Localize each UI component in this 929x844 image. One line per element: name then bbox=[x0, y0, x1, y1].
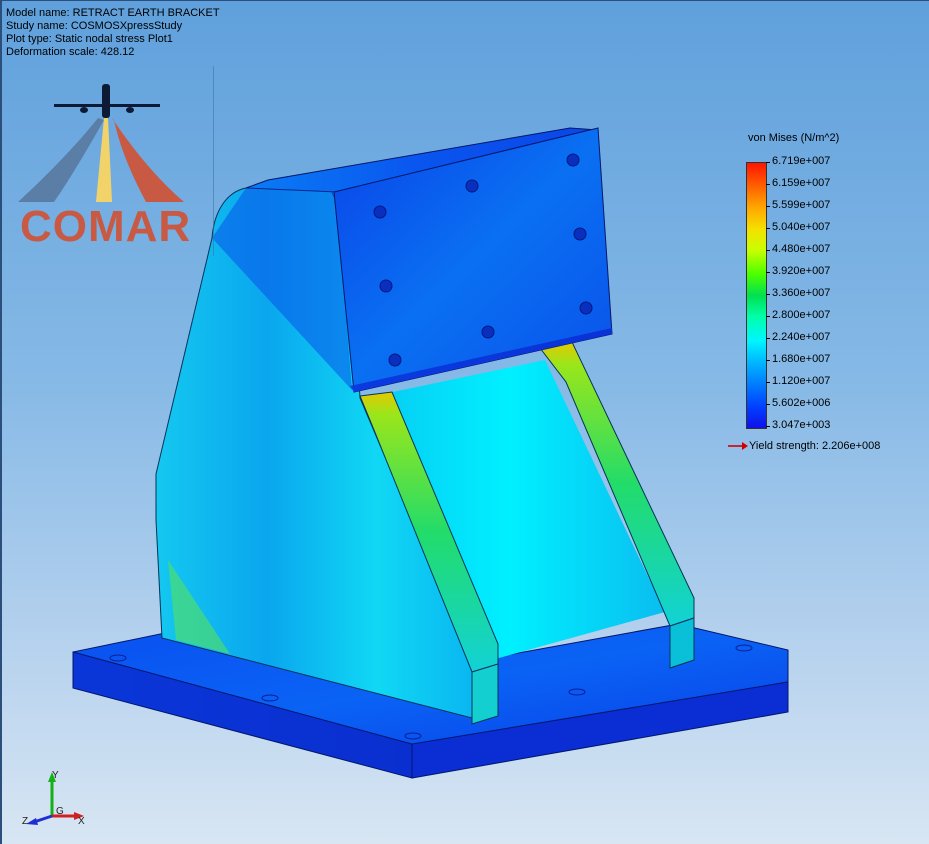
legend-tick bbox=[766, 162, 770, 163]
legend-value: 5.602e+006 bbox=[772, 397, 831, 409]
logo-text: COMAR bbox=[20, 202, 192, 251]
legend-tick bbox=[766, 184, 770, 185]
deformation-scale: Deformation scale: 428.12 bbox=[6, 46, 135, 58]
airplane-icon bbox=[18, 84, 184, 202]
legend-value: 6.159e+007 bbox=[772, 177, 831, 189]
legend-tick bbox=[766, 316, 770, 317]
color-scale-bar bbox=[746, 162, 767, 429]
legend-value: 5.040e+007 bbox=[772, 221, 831, 233]
viewport-left-border bbox=[0, 0, 2, 844]
red-arrow-icon bbox=[728, 442, 748, 451]
legend-tick bbox=[766, 382, 770, 383]
study-info: Model name: RETRACT EARTH BRACKET Study … bbox=[6, 7, 220, 59]
legend-tick bbox=[766, 294, 770, 295]
legend-value: 3.047e+003 bbox=[772, 419, 831, 431]
axis-y-label: Y bbox=[52, 770, 59, 781]
legend-tick bbox=[766, 228, 770, 229]
legend-value: 5.599e+007 bbox=[772, 199, 831, 211]
legend-title: von Mises (N/m^2) bbox=[748, 132, 840, 144]
legend-value: 1.120e+007 bbox=[772, 375, 831, 387]
graphics-viewport[interactable]: Model name: RETRACT EARTH BRACKET Study … bbox=[0, 0, 929, 844]
study-name: Study name: COSMOSXpressStudy bbox=[6, 20, 183, 32]
legend-value: 3.920e+007 bbox=[772, 265, 831, 277]
axis-origin-label: G bbox=[56, 806, 64, 817]
comar-logo: COMAR bbox=[14, 78, 214, 258]
legend-value: 2.240e+007 bbox=[772, 331, 831, 343]
yield-strength: Yield strength: 2.206e+008 bbox=[728, 440, 880, 452]
legend-value: 1.680e+007 bbox=[772, 353, 831, 365]
axis-z-label: Z bbox=[22, 816, 29, 827]
legend-value: 6.719e+007 bbox=[772, 155, 831, 167]
legend-value: 3.360e+007 bbox=[772, 287, 831, 299]
legend-tick bbox=[766, 206, 770, 207]
stress-legend[interactable]: von Mises (N/m^2) 6.719e+007 6.159e+007 5.… bbox=[726, 130, 916, 460]
legend-tick bbox=[766, 404, 770, 405]
legend-tick bbox=[766, 272, 770, 273]
legend-tick bbox=[766, 250, 770, 251]
divider bbox=[213, 66, 214, 256]
legend-tick bbox=[766, 338, 770, 339]
plot-type: Plot type: Static nodal stress Plot1 bbox=[6, 33, 173, 45]
model-name: Model name: RETRACT EARTH BRACKET bbox=[6, 7, 220, 19]
legend-tick bbox=[766, 426, 770, 427]
legend-value: 2.800e+007 bbox=[772, 309, 831, 321]
axis-triad[interactable]: Y G X Z bbox=[22, 766, 92, 830]
axis-x-label: X bbox=[78, 816, 85, 827]
legend-value: 4.480e+007 bbox=[772, 243, 831, 255]
yield-strength-label: Yield strength: 2.206e+008 bbox=[749, 440, 881, 452]
legend-tick bbox=[766, 360, 770, 361]
viewport-top-border bbox=[0, 0, 929, 1]
